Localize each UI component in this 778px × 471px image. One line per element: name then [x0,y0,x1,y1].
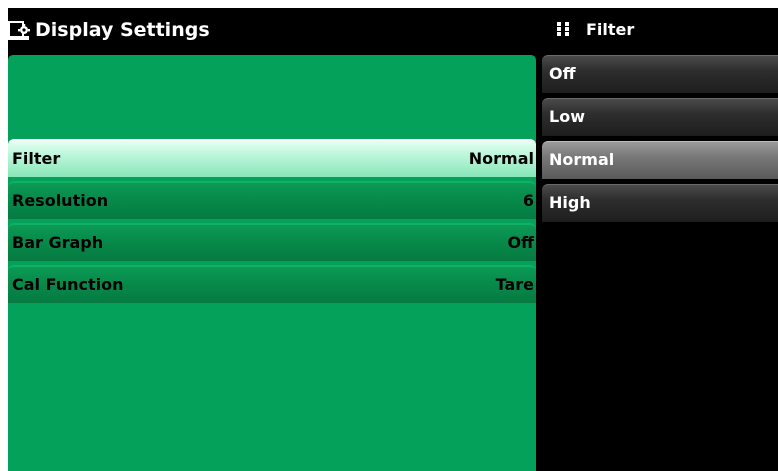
filter-option-normal[interactable]: Normal [542,141,778,179]
title-bar: Display Settings [8,8,536,52]
setting-label: Resolution [12,191,109,210]
setting-row-bar-graph[interactable]: Bar Graph Off [8,223,536,261]
setting-label: Filter [12,149,61,168]
setting-value: 6 [522,191,534,210]
setting-label: Cal Function [12,275,124,294]
filter-option-off[interactable]: Off [542,55,778,93]
setting-value: Off [507,233,534,252]
option-label: Normal [549,150,615,169]
option-label: High [549,193,591,212]
setting-row-cal-function[interactable]: Cal Function Tare [8,265,536,303]
option-label: Low [549,107,585,126]
screen: Display Settings Filter Normal Resolutio… [8,8,778,471]
filter-menu-title: Filter [586,20,635,39]
filter-option-high[interactable]: High [542,184,778,222]
display-settings-icon [8,21,30,40]
settings-panel: Filter Normal Resolution 6 Bar Graph Off… [8,55,536,471]
page-title: Display Settings [35,19,210,41]
setting-row-resolution[interactable]: Resolution 6 [8,181,536,219]
setting-value: Tare [495,275,534,294]
grip-icon [557,22,569,36]
option-label: Off [549,64,576,83]
setting-value: Normal [468,149,534,168]
filter-menu-header: Filter [542,8,778,52]
setting-row-filter[interactable]: Filter Normal [8,139,536,177]
setting-label: Bar Graph [12,233,104,252]
filter-option-low[interactable]: Low [542,98,778,136]
